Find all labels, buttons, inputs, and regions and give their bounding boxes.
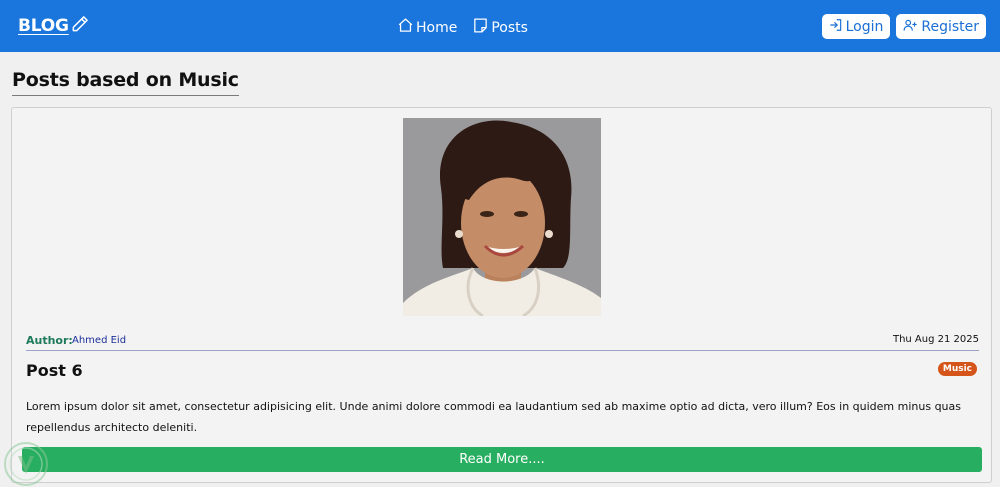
author-photo	[403, 118, 601, 316]
login-button[interactable]: Login	[821, 14, 891, 39]
post-title: Post 6	[26, 361, 83, 380]
author-label: Author:	[26, 334, 73, 347]
author-name-link[interactable]: Ahmed Eid	[72, 335, 126, 346]
home-icon	[397, 17, 416, 38]
shield-logo-icon	[2, 440, 50, 487]
post-excerpt: Lorem ipsum dolor sit amet, consectetur …	[26, 400, 961, 434]
auth-nav: Login Register	[821, 14, 986, 39]
nav-home-label: Home	[416, 19, 458, 36]
brand-text: BLOG	[18, 16, 69, 36]
nav-posts-label: Posts	[491, 19, 528, 36]
post-card: Author: Ahmed Eid Thu Aug 21 2025 Post 6…	[11, 107, 992, 483]
page-title: Posts based on Music	[12, 69, 239, 96]
read-more-button[interactable]: Read More....	[22, 447, 982, 472]
pencil-icon	[69, 14, 90, 38]
nav-posts-link[interactable]: Posts	[472, 17, 528, 38]
user-plus-icon	[903, 18, 921, 36]
posts-icon	[472, 17, 491, 38]
brand-link[interactable]: BLOG	[18, 14, 90, 38]
main-nav: Home Posts	[397, 17, 528, 38]
post-date: Thu Aug 21 2025	[892, 334, 979, 345]
nav-home-link[interactable]: Home	[397, 17, 457, 38]
register-button[interactable]: Register	[896, 14, 986, 39]
post-meta: Author: Ahmed Eid Thu Aug 21 2025	[26, 334, 979, 351]
navbar: BLOG Home Posts Login Register	[0, 0, 1000, 52]
login-icon	[829, 18, 846, 36]
register-label: Register	[921, 18, 979, 35]
category-badge[interactable]: Music	[937, 362, 977, 376]
login-label: Login	[845, 18, 884, 35]
